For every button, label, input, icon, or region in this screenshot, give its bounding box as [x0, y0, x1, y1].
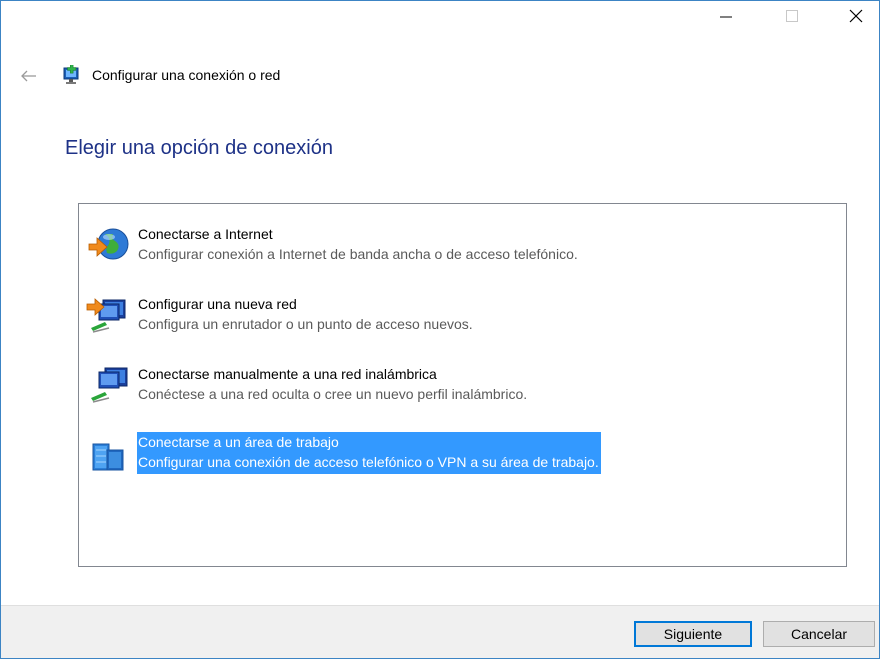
network-setup-icon	[63, 65, 79, 84]
option-title: Configurar una nueva red	[138, 296, 297, 312]
globe-internet-icon	[88, 228, 129, 260]
window-title: Configurar una conexión o red	[92, 67, 281, 83]
minimize-button[interactable]	[703, 1, 749, 31]
connection-options-list: Conectarse a Internet Configurar conexió…	[78, 203, 847, 567]
close-icon	[849, 9, 863, 23]
page-heading: Elegir una opción de conexión	[65, 137, 333, 159]
dialog-footer: Siguiente Cancelar	[1, 605, 879, 658]
dialog-window: Configurar una conexión o red Elegir una…	[0, 0, 880, 659]
workplace-vpn-icon	[92, 443, 124, 471]
navigation-bar: Configurar una conexión o red	[1, 59, 879, 93]
option-title: Conectarse a un área de trabajo	[138, 434, 339, 450]
back-arrow-icon	[21, 70, 36, 82]
next-button[interactable]: Siguiente	[634, 621, 752, 647]
option-description: Configura un enrutador o un punto de acc…	[138, 316, 473, 332]
back-button[interactable]	[19, 66, 39, 86]
option-workplace[interactable]: Conectarse a un área de trabajo Configur…	[79, 430, 846, 484]
option-description: Configurar una conexión de acceso telefó…	[138, 454, 599, 470]
minimize-icon	[720, 16, 732, 18]
cancel-button[interactable]: Cancelar	[763, 621, 875, 647]
close-button[interactable]	[833, 1, 879, 31]
option-manual-wireless[interactable]: Conectarse manualmente a una red inalámb…	[79, 360, 846, 414]
option-title: Conectarse manualmente a una red inalámb…	[138, 366, 437, 382]
wireless-network-icon	[91, 367, 128, 403]
maximize-icon	[786, 10, 798, 22]
option-new-network[interactable]: Configurar una nueva red Configura un en…	[79, 290, 846, 344]
new-network-icon	[86, 298, 126, 333]
maximize-button	[769, 1, 815, 31]
option-description: Configurar conexión a Internet de banda …	[138, 246, 578, 262]
option-description: Conéctese a una red oculta o cree un nue…	[138, 386, 528, 402]
option-title: Conectarse a Internet	[138, 226, 273, 242]
option-connect-internet[interactable]: Conectarse a Internet Configurar conexió…	[79, 220, 846, 274]
